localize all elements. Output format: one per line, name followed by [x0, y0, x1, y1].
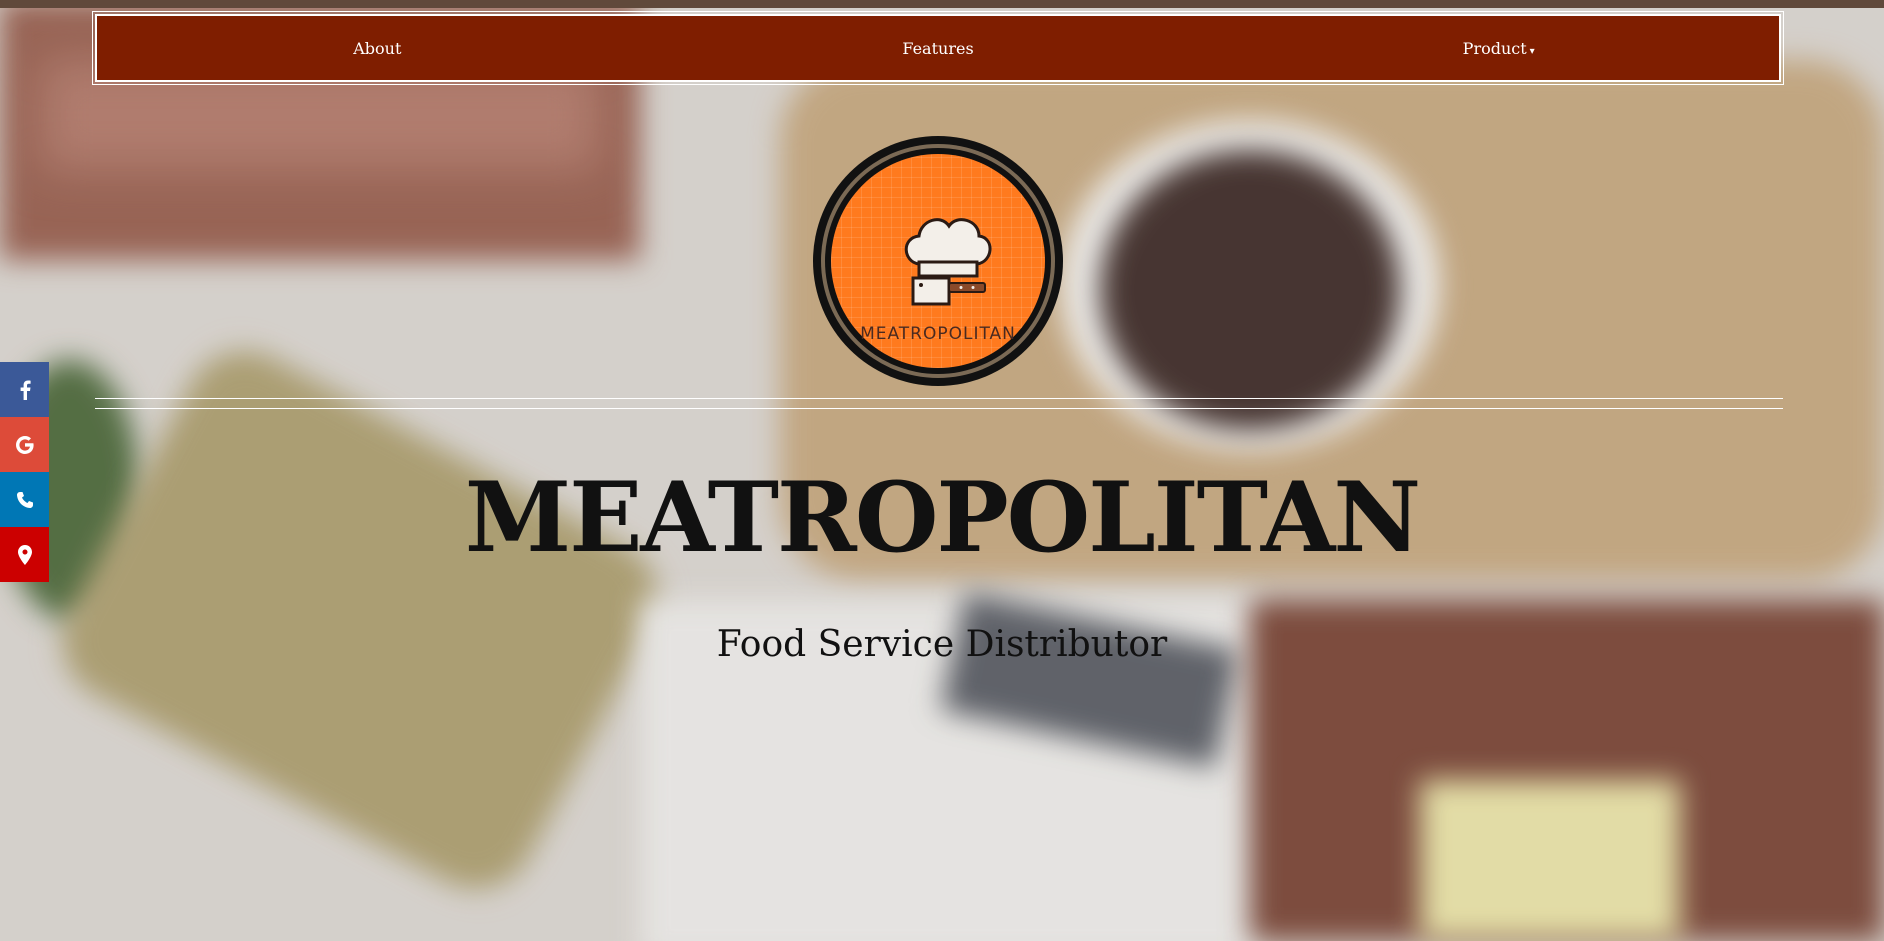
facebook-icon — [20, 380, 31, 400]
nav-features-label: Features — [902, 38, 974, 58]
nav-product-label: Product — [1462, 38, 1527, 58]
facebook-button[interactable] — [0, 362, 49, 417]
chef-hat-cleaver-icon — [904, 218, 992, 306]
nav-product-dropdown[interactable]: Product ▾ — [1218, 39, 1779, 58]
caret-down-icon: ▾ — [1529, 45, 1535, 57]
phone-button[interactable] — [0, 472, 49, 527]
nav-about[interactable]: About — [97, 39, 658, 58]
nav-about-label: About — [353, 38, 402, 58]
google-icon — [15, 435, 34, 454]
hero-title: MEATROPOLITAN — [464, 461, 1421, 574]
phone-icon — [16, 491, 33, 508]
top-navbar: About Features Product ▾ — [92, 11, 1784, 85]
hero-subtitle: Food Service Distributor — [716, 624, 1168, 665]
divider-bottom — [95, 408, 1783, 409]
logo-text: MEATROPOLITAN — [860, 324, 1016, 344]
divider-top — [95, 398, 1783, 399]
logo: MEATROPOLITAN — [813, 136, 1063, 386]
google-button[interactable] — [0, 417, 49, 472]
nav-features[interactable]: Features — [658, 39, 1219, 58]
location-button[interactable] — [0, 527, 49, 582]
map-marker-icon — [17, 544, 32, 565]
